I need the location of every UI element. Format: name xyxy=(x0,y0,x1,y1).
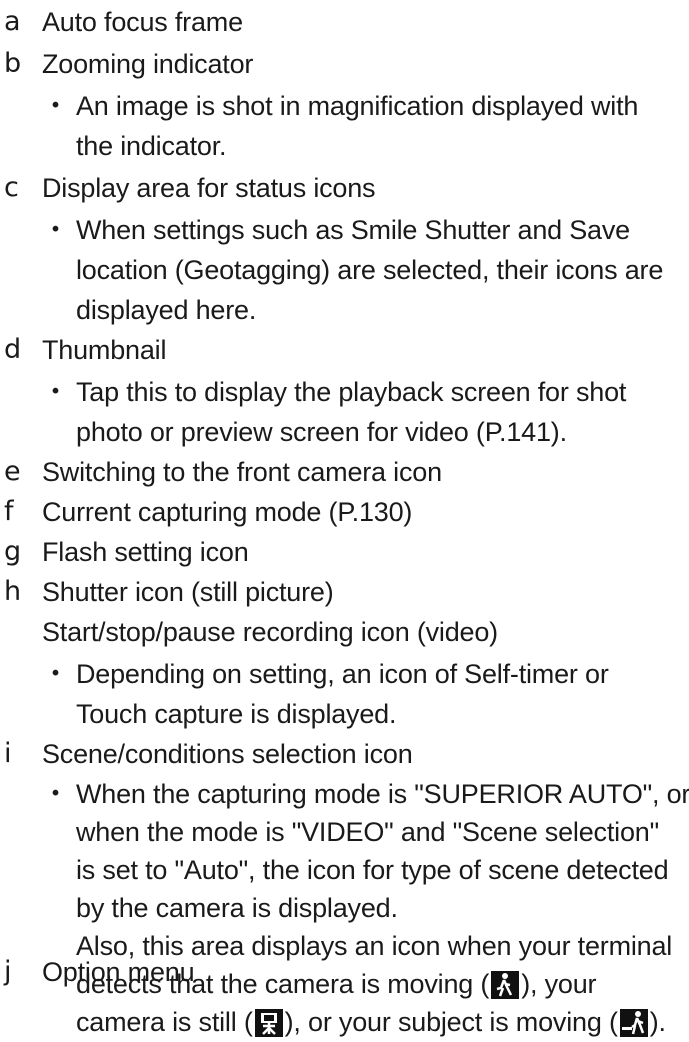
item-letter: g xyxy=(4,536,22,567)
item-title: Thumbnail xyxy=(42,335,167,365)
subject-moving-icon xyxy=(619,1009,648,1037)
icon-line-text: ), or your subject is moving ( xyxy=(284,1007,618,1037)
item-letter: h xyxy=(4,576,22,607)
manual-page: a Auto focus frame b Zooming indicator ・… xyxy=(0,0,689,1037)
camera-moving-icon xyxy=(491,971,520,999)
item-title: Auto focus frame xyxy=(42,7,243,37)
item-letter: f xyxy=(4,496,14,527)
bullet-mark: ・ xyxy=(42,377,69,407)
bullet-mark: ・ xyxy=(42,659,69,689)
item-title: Scene/conditions selection icon xyxy=(42,739,413,769)
item-bullet-text: displayed here. xyxy=(76,295,257,325)
bullet-mark: ・ xyxy=(42,779,69,809)
item-letter: c xyxy=(4,172,19,203)
item-letter: d xyxy=(4,334,22,365)
item-bullet-text: When the capturing mode is "SUPERIOR AUT… xyxy=(76,779,689,809)
item-letter: a xyxy=(4,6,21,37)
item-title: Shutter icon (still picture) xyxy=(42,577,334,607)
item-title: Current capturing mode (P.130) xyxy=(42,497,413,527)
item-title: Flash setting icon xyxy=(42,537,249,567)
item-title: Zooming indicator xyxy=(42,49,254,79)
item-bullet-text: An image is shot in magnification displa… xyxy=(76,91,639,121)
icon-line-text: ). xyxy=(649,1007,666,1037)
item-bullet-text: the indicator. xyxy=(76,131,227,161)
item-letter: j xyxy=(4,956,12,987)
icon-line-text: camera is still ( xyxy=(76,1007,253,1037)
item-title-line2: Start/stop/pause recording icon (video) xyxy=(42,617,498,647)
item-title: Switching to the front camera icon xyxy=(42,457,442,487)
item-bullet-text: Depending on setting, an icon of Self-ti… xyxy=(76,659,609,689)
item-bullet-text: location (Geotagging) are selected, thei… xyxy=(76,255,664,285)
item-bullet-text: when the mode is "VIDEO" and "Scene sele… xyxy=(76,817,659,847)
item-title: Option menu xyxy=(42,957,195,987)
item-bullet-text: by the camera is displayed. xyxy=(76,893,398,923)
item-bullet-text: photo or preview screen for video (P.141… xyxy=(76,417,567,447)
item-bullet-text: is set to "Auto", the icon for type of s… xyxy=(76,855,669,885)
item-letter: i xyxy=(4,738,12,769)
item-bullet-text: When settings such as Smile Shutter and … xyxy=(76,215,630,245)
bullet-mark: ・ xyxy=(42,91,69,121)
item-bullet-text-with-icon: camera is still ( ), or your subject is m… xyxy=(76,1002,666,1042)
item-title: Display area for status icons xyxy=(42,173,376,203)
icon-line-text: ), your xyxy=(521,969,597,999)
bullet-mark: ・ xyxy=(42,215,69,245)
camera-still-icon xyxy=(254,1009,283,1037)
item-letter: e xyxy=(4,456,21,487)
item-bullet-text: Touch capture is displayed. xyxy=(76,699,397,729)
item-letter: b xyxy=(4,48,22,79)
item-bullet-text: Tap this to display the playback screen … xyxy=(76,377,627,407)
